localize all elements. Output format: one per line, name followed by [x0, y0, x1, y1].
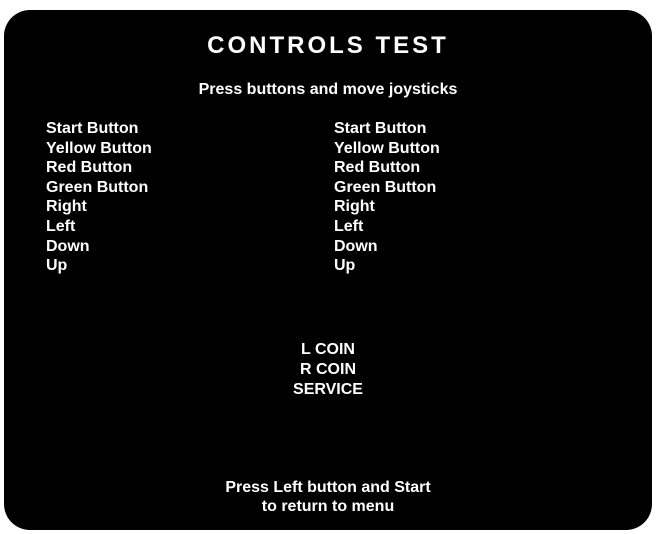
player2-control-down: Down [334, 237, 378, 255]
screen-title: CONTROLS TEST [207, 32, 449, 59]
coin-input-right: R COIN [300, 361, 356, 378]
player2-control-yellow: Yellow Button [334, 139, 440, 157]
controls-test-screen: CONTROLS TEST Press buttons and move joy… [4, 10, 652, 530]
player1-control-right: Right [46, 198, 87, 216]
player2-control-green: Green Button [334, 178, 437, 196]
player1-control-green: Green Button [46, 178, 149, 196]
footer-line-2: to return to menu [261, 498, 395, 515]
player1-control-down: Down [46, 237, 90, 255]
player1-control-start: Start Button [46, 120, 139, 137]
player2-control-left: Left [334, 217, 364, 235]
player1-control-yellow: Yellow Button [46, 139, 152, 157]
player2-control-start: Start Button [334, 120, 427, 137]
screen-subtitle: Press buttons and move joysticks [198, 81, 458, 98]
player2-controls-list: Start Button Yellow Button Red Button Gr… [334, 119, 440, 276]
player1-control-up: Up [46, 257, 68, 275]
footer-instructions: Press Left button and Start to return to… [4, 478, 652, 516]
coin-input-left: L COIN [301, 341, 355, 358]
service-input: SERVICE [293, 381, 363, 398]
player2-control-right: Right [334, 198, 375, 216]
coin-inputs: L COIN R COIN SERVICE [4, 340, 652, 400]
player1-control-left: Left [46, 217, 76, 235]
player1-control-red: Red Button [46, 159, 133, 177]
player2-control-red: Red Button [334, 159, 421, 177]
player1-controls-list: Start Button Yellow Button Red Button Gr… [46, 119, 152, 276]
player2-control-up: Up [334, 257, 356, 275]
footer-line-1: Press Left button and Start [225, 479, 431, 496]
